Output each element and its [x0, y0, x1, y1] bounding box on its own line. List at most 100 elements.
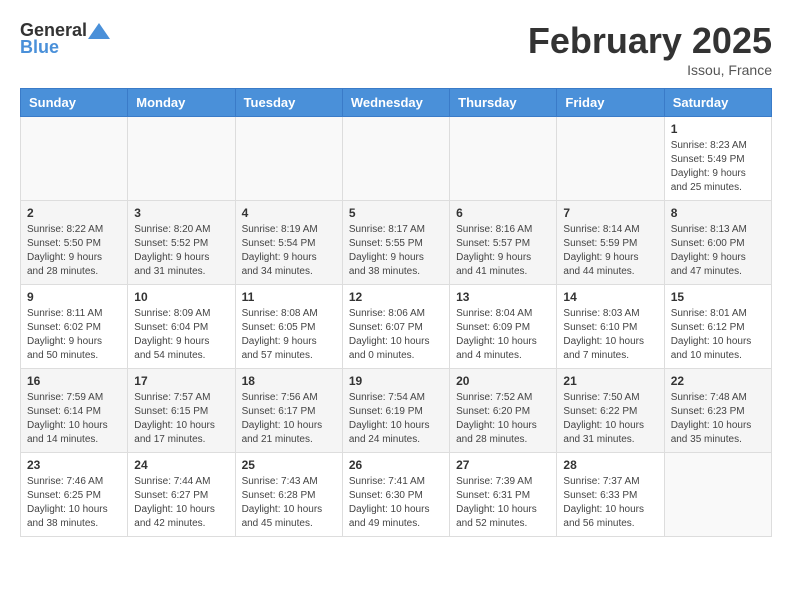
calendar-cell — [664, 453, 771, 537]
day-number: 18 — [242, 374, 336, 388]
calendar-cell: 7 Sunrise: 8:14 AM Sunset: 5:59 PM Daylig… — [557, 201, 664, 285]
day-number: 5 — [349, 206, 443, 220]
day-info: Sunrise: 8:14 AM Sunset: 5:59 PM Dayligh… — [563, 223, 657, 279]
day-info: Sunrise: 8:03 AM Sunset: 6:10 PM Dayligh… — [563, 307, 657, 363]
calendar-cell: 15 Sunrise: 8:01 AM Sunset: 6:12 PM Dayli… — [664, 285, 771, 369]
calendar-table: SundayMondayTuesdayWednesdayThursdayFrid… — [20, 88, 772, 537]
calendar-cell: 23 Sunrise: 7:46 AM Sunset: 6:25 PM Dayli… — [21, 453, 128, 537]
day-number: 15 — [671, 290, 765, 304]
weekday-header-wednesday: Wednesday — [342, 89, 449, 117]
day-info: Sunrise: 7:56 AM Sunset: 6:17 PM Dayligh… — [242, 391, 336, 447]
calendar-cell: 13 Sunrise: 8:04 AM Sunset: 6:09 PM Dayli… — [450, 285, 557, 369]
calendar-cell — [557, 117, 664, 201]
weekday-header-row: SundayMondayTuesdayWednesdayThursdayFrid… — [21, 89, 772, 117]
day-number: 2 — [27, 206, 121, 220]
calendar-cell: 16 Sunrise: 7:59 AM Sunset: 6:14 PM Dayli… — [21, 369, 128, 453]
day-info: Sunrise: 7:41 AM Sunset: 6:30 PM Dayligh… — [349, 475, 443, 531]
day-info: Sunrise: 8:11 AM Sunset: 6:02 PM Dayligh… — [27, 307, 121, 363]
day-number: 26 — [349, 458, 443, 472]
day-info: Sunrise: 7:57 AM Sunset: 6:15 PM Dayligh… — [134, 391, 228, 447]
week-row-1: 2 Sunrise: 8:22 AM Sunset: 5:50 PM Daylig… — [21, 201, 772, 285]
day-info: Sunrise: 8:20 AM Sunset: 5:52 PM Dayligh… — [134, 223, 228, 279]
weekday-header-friday: Friday — [557, 89, 664, 117]
day-number: 17 — [134, 374, 228, 388]
weekday-header-saturday: Saturday — [664, 89, 771, 117]
week-row-2: 9 Sunrise: 8:11 AM Sunset: 6:02 PM Daylig… — [21, 285, 772, 369]
day-info: Sunrise: 7:59 AM Sunset: 6:14 PM Dayligh… — [27, 391, 121, 447]
logo-icon — [88, 21, 110, 41]
day-number: 21 — [563, 374, 657, 388]
day-info: Sunrise: 7:48 AM Sunset: 6:23 PM Dayligh… — [671, 391, 765, 447]
calendar-cell: 20Sunrise: 7:52 AM Sunset: 6:20 PM Dayli… — [450, 369, 557, 453]
day-info: Sunrise: 7:43 AM Sunset: 6:28 PM Dayligh… — [242, 475, 336, 531]
day-number: 7 — [563, 206, 657, 220]
day-number: 25 — [242, 458, 336, 472]
calendar-cell: 9 Sunrise: 8:11 AM Sunset: 6:02 PM Daylig… — [21, 285, 128, 369]
calendar-cell: 28Sunrise: 7:37 AM Sunset: 6:33 PM Dayli… — [557, 453, 664, 537]
day-info: Sunrise: 8:01 AM Sunset: 6:12 PM Dayligh… — [671, 307, 765, 363]
day-number: 24 — [134, 458, 228, 472]
calendar-cell: 5 Sunrise: 8:17 AM Sunset: 5:55 PM Daylig… — [342, 201, 449, 285]
calendar-cell: 12 Sunrise: 8:06 AM Sunset: 6:07 PM Dayli… — [342, 285, 449, 369]
day-info: Sunrise: 7:46 AM Sunset: 6:25 PM Dayligh… — [27, 475, 121, 531]
day-number: 27 — [456, 458, 550, 472]
day-number: 14 — [563, 290, 657, 304]
calendar-cell: 21 Sunrise: 7:50 AM Sunset: 6:22 PM Dayli… — [557, 369, 664, 453]
day-number: 23 — [27, 458, 121, 472]
calendar-cell: 26 Sunrise: 7:41 AM Sunset: 6:30 PM Dayli… — [342, 453, 449, 537]
day-info: Sunrise: 7:50 AM Sunset: 6:22 PM Dayligh… — [563, 391, 657, 447]
week-row-3: 16 Sunrise: 7:59 AM Sunset: 6:14 PM Dayli… — [21, 369, 772, 453]
calendar-cell: 3 Sunrise: 8:20 AM Sunset: 5:52 PM Daylig… — [128, 201, 235, 285]
calendar-cell: 11Sunrise: 8:08 AM Sunset: 6:05 PM Dayli… — [235, 285, 342, 369]
day-info: Sunrise: 8:08 AM Sunset: 6:05 PM Dayligh… — [242, 307, 336, 363]
day-info: Sunrise: 8:17 AM Sunset: 5:55 PM Dayligh… — [349, 223, 443, 279]
day-info: Sunrise: 8:06 AM Sunset: 6:07 PM Dayligh… — [349, 307, 443, 363]
month-title: February 2025 — [528, 20, 772, 62]
weekday-header-thursday: Thursday — [450, 89, 557, 117]
day-number: 22 — [671, 374, 765, 388]
day-info: Sunrise: 8:04 AM Sunset: 6:09 PM Dayligh… — [456, 307, 550, 363]
day-info: Sunrise: 8:22 AM Sunset: 5:50 PM Dayligh… — [27, 223, 121, 279]
day-number: 9 — [27, 290, 121, 304]
day-number: 19 — [349, 374, 443, 388]
day-info: Sunrise: 8:23 AM Sunset: 5:49 PM Dayligh… — [671, 139, 765, 195]
day-info: Sunrise: 7:52 AM Sunset: 6:20 PM Dayligh… — [456, 391, 550, 447]
calendar-cell: 24Sunrise: 7:44 AM Sunset: 6:27 PM Dayli… — [128, 453, 235, 537]
day-number: 3 — [134, 206, 228, 220]
week-row-4: 23 Sunrise: 7:46 AM Sunset: 6:25 PM Dayli… — [21, 453, 772, 537]
day-number: 16 — [27, 374, 121, 388]
day-number: 13 — [456, 290, 550, 304]
day-info: Sunrise: 8:16 AM Sunset: 5:57 PM Dayligh… — [456, 223, 550, 279]
page-header: General Blue February 2025 Issou, France — [20, 20, 772, 78]
calendar-cell: 10 Sunrise: 8:09 AM Sunset: 6:04 PM Dayli… — [128, 285, 235, 369]
calendar-cell: 2 Sunrise: 8:22 AM Sunset: 5:50 PM Daylig… — [21, 201, 128, 285]
calendar-cell — [128, 117, 235, 201]
calendar-cell — [21, 117, 128, 201]
calendar-cell: 22 Sunrise: 7:48 AM Sunset: 6:23 PM Dayli… — [664, 369, 771, 453]
calendar-cell: 6 Sunrise: 8:16 AM Sunset: 5:57 PM Daylig… — [450, 201, 557, 285]
day-number: 10 — [134, 290, 228, 304]
logo: General Blue — [20, 20, 111, 58]
day-number: 28 — [563, 458, 657, 472]
calendar-cell — [450, 117, 557, 201]
day-number: 12 — [349, 290, 443, 304]
day-info: Sunrise: 8:09 AM Sunset: 6:04 PM Dayligh… — [134, 307, 228, 363]
calendar-cell: 25 Sunrise: 7:43 AM Sunset: 6:28 PM Dayli… — [235, 453, 342, 537]
calendar-cell: 8Sunrise: 8:13 AM Sunset: 6:00 PM Daylig… — [664, 201, 771, 285]
location: Issou, France — [528, 62, 772, 78]
weekday-header-sunday: Sunday — [21, 89, 128, 117]
calendar-cell — [342, 117, 449, 201]
calendar-cell: 4Sunrise: 8:19 AM Sunset: 5:54 PM Daylig… — [235, 201, 342, 285]
calendar-cell: 18 Sunrise: 7:56 AM Sunset: 6:17 PM Dayli… — [235, 369, 342, 453]
day-number: 1 — [671, 122, 765, 136]
title-section: February 2025 Issou, France — [528, 20, 772, 78]
calendar-cell: 27 Sunrise: 7:39 AM Sunset: 6:31 PM Dayli… — [450, 453, 557, 537]
day-number: 6 — [456, 206, 550, 220]
calendar-cell — [235, 117, 342, 201]
day-info: Sunrise: 8:13 AM Sunset: 6:00 PM Dayligh… — [671, 223, 765, 279]
calendar-cell: 1 Sunrise: 8:23 AM Sunset: 5:49 PM Daylig… — [664, 117, 771, 201]
day-info: Sunrise: 7:39 AM Sunset: 6:31 PM Dayligh… — [456, 475, 550, 531]
day-info: Sunrise: 7:54 AM Sunset: 6:19 PM Dayligh… — [349, 391, 443, 447]
calendar-cell: 17 Sunrise: 7:57 AM Sunset: 6:15 PM Dayli… — [128, 369, 235, 453]
calendar-cell: 14 Sunrise: 8:03 AM Sunset: 6:10 PM Dayli… — [557, 285, 664, 369]
